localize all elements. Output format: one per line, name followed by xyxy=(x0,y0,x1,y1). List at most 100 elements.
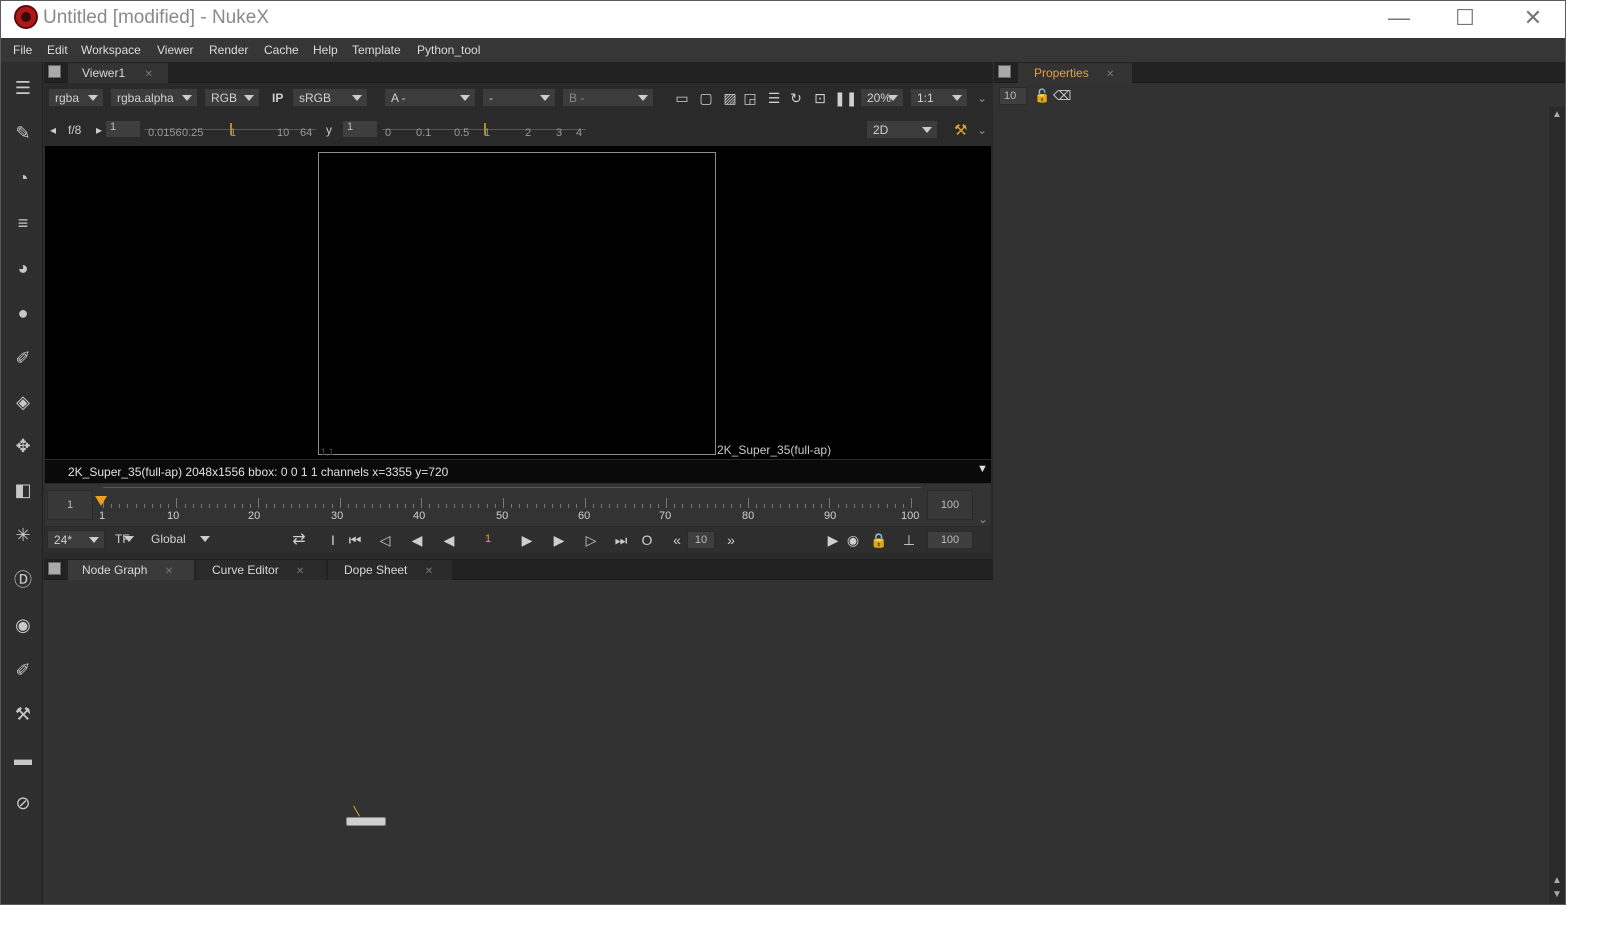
menu-template[interactable]: Template xyxy=(352,43,401,57)
zebra-icon[interactable]: ▨ xyxy=(720,89,740,107)
step-forward-icon[interactable]: » xyxy=(721,531,741,549)
ratio-dropdown[interactable]: 1:1 xyxy=(910,88,968,107)
3d-icon[interactable]: ◧ xyxy=(9,476,37,504)
pause-icon[interactable]: ❚❚ xyxy=(834,89,857,107)
views-icon[interactable]: ◉ xyxy=(9,611,37,639)
more-options-icon[interactable]: ⌄ xyxy=(978,512,988,526)
in-point-field[interactable]: 1 xyxy=(47,490,93,520)
playhead-marker[interactable] xyxy=(95,496,107,506)
deep-icon[interactable]: Ⓓ xyxy=(9,566,37,594)
maximize-button[interactable]: ☐ xyxy=(1445,5,1485,31)
menu-edit[interactable]: Edit xyxy=(47,43,68,57)
playback-mode-icon[interactable]: ⇄ xyxy=(289,531,309,549)
input-a-dropdown[interactable]: A - xyxy=(384,88,476,107)
end-frame-field[interactable]: 100 xyxy=(927,531,973,549)
time-icon[interactable]: ◔ xyxy=(9,164,37,192)
tf-dropdown[interactable]: TF xyxy=(109,530,139,549)
menu-file[interactable]: File xyxy=(13,43,32,57)
global-dropdown[interactable]: Global xyxy=(145,530,215,549)
minimize-button[interactable]: — xyxy=(1379,5,1419,31)
particles-icon[interactable]: ✳ xyxy=(9,521,37,549)
scroll-up-icon[interactable]: ▲ xyxy=(1552,109,1562,120)
toolsets-icon[interactable]: ⚒ xyxy=(9,700,37,728)
channels-dropdown[interactable]: rgba xyxy=(48,88,104,107)
timeline[interactable]: 1 1 10 20 30 40 50 60 70 80 90 100 100 ⌄ xyxy=(45,484,991,526)
close-tab-icon[interactable]: ✕ xyxy=(425,566,433,577)
last-frame-icon[interactable]: ⏭ xyxy=(611,531,631,549)
alpha-dropdown[interactable]: rgba.alpha xyxy=(110,88,198,107)
furnace-icon[interactable]: ⊘ xyxy=(9,789,37,817)
scroll-down-icon[interactable]: ▼ xyxy=(1552,889,1562,900)
filter-icon[interactable]: ● xyxy=(9,299,37,327)
next-frame-icon[interactable]: ▶ xyxy=(549,531,569,549)
ip-button[interactable]: IP xyxy=(272,91,283,105)
zoom-dropdown[interactable]: 20% xyxy=(860,88,904,107)
menu-cache[interactable]: Cache xyxy=(264,43,299,57)
properties-scrollbar[interactable]: ▲ ▲ ▼ xyxy=(1549,107,1565,904)
wipe-dropdown[interactable]: - xyxy=(482,88,556,107)
next-keyframe-icon[interactable]: ▷ xyxy=(581,531,601,549)
lut-dropdown[interactable]: sRGB xyxy=(292,88,368,107)
region-icon[interactable]: ▢ xyxy=(696,89,716,107)
play-backward-icon[interactable]: ◀ xyxy=(439,531,459,549)
panel-menu-icon[interactable] xyxy=(48,562,61,575)
tab-curve-editor[interactable]: Curve Editor ✕ xyxy=(196,560,326,580)
menu-help[interactable]: Help xyxy=(313,43,338,57)
close-button[interactable]: ✕ xyxy=(1513,5,1553,31)
step-back-icon[interactable]: « xyxy=(667,531,687,549)
close-tab-icon[interactable]: ✕ xyxy=(296,566,304,577)
lock-panels-icon[interactable]: 🔓 xyxy=(1034,88,1050,104)
close-tab-icon[interactable]: ✕ xyxy=(144,69,152,80)
proxy-icon[interactable]: ◲ xyxy=(740,89,760,107)
menu-viewer[interactable]: Viewer xyxy=(157,43,193,57)
read-icon[interactable]: ☰ xyxy=(9,74,37,102)
wipe-tool-icon[interactable]: ⚒ xyxy=(954,121,967,139)
panel-menu-icon[interactable] xyxy=(998,65,1011,78)
frame-range-icon[interactable]: ⊥ xyxy=(899,531,919,549)
channel-icon[interactable]: ≡ xyxy=(9,209,37,237)
gamma-field[interactable]: 1 xyxy=(342,120,378,138)
paint-icon[interactable]: ✎ xyxy=(9,119,37,147)
flipbook-icon[interactable]: ▶ xyxy=(823,531,843,549)
scroll-up-icon[interactable]: ▲ xyxy=(1552,875,1562,886)
record-icon[interactable]: ◉ xyxy=(843,531,863,549)
tab-viewer1[interactable]: Viewer1 ✕ xyxy=(68,63,168,83)
keyer-icon[interactable]: ✐ xyxy=(9,344,37,372)
tab-properties[interactable]: Properties ✕ xyxy=(1018,63,1132,83)
metadata-icon[interactable]: ✐ xyxy=(9,656,37,684)
roi-icon[interactable]: ▭ xyxy=(672,89,692,107)
panel-menu-icon[interactable] xyxy=(48,65,61,78)
viewer-node[interactable] xyxy=(346,817,386,826)
transform-icon[interactable]: ✥ xyxy=(9,432,37,460)
input-b-dropdown[interactable]: B - xyxy=(562,88,654,107)
more-options-icon[interactable]: ⌄ xyxy=(977,123,987,137)
info-dropdown-icon[interactable]: ▼ xyxy=(977,463,988,475)
in-point-icon[interactable]: I xyxy=(323,531,343,549)
gpu-icon[interactable]: ⊡ xyxy=(810,89,830,107)
view-mode-dropdown[interactable]: 2D xyxy=(866,120,938,139)
downrez-icon[interactable]: ☰ xyxy=(764,89,784,107)
tab-node-graph[interactable]: Node Graph ✕ xyxy=(68,560,194,580)
viewer-canvas[interactable]: 1,1 2K_Super_35(full-ap) xyxy=(45,146,991,459)
first-frame-icon[interactable]: ⏮ xyxy=(345,531,365,549)
step-field[interactable]: 10 xyxy=(687,531,715,549)
gain-field[interactable]: 1 xyxy=(105,120,141,138)
lock-icon[interactable]: 🔒 xyxy=(869,531,889,549)
close-tab-icon[interactable]: ✕ xyxy=(1106,69,1114,80)
fstop-right-arrow-icon[interactable]: ▸ xyxy=(96,123,102,137)
display-dropdown[interactable]: RGB xyxy=(204,88,260,107)
refresh-icon[interactable]: ↻ xyxy=(786,89,806,107)
menu-workspace[interactable]: Workspace xyxy=(81,43,141,57)
play-forward-icon[interactable]: ▶ xyxy=(517,531,537,549)
menu-render[interactable]: Render xyxy=(209,43,248,57)
close-tab-icon[interactable]: ✕ xyxy=(165,566,173,577)
tab-dope-sheet[interactable]: Dope Sheet ✕ xyxy=(328,560,452,580)
prev-keyframe-icon[interactable]: ◁ xyxy=(375,531,395,549)
more-options-icon[interactable]: ⌄ xyxy=(977,91,987,105)
fstop-left-arrow-icon[interactable]: ◂ xyxy=(50,123,56,137)
max-panels-field[interactable]: 10 xyxy=(999,87,1027,105)
clear-panels-icon[interactable]: ⌫ xyxy=(1053,88,1071,104)
out-point-icon[interactable]: O xyxy=(637,531,657,549)
prev-increment-icon[interactable]: ◀ xyxy=(407,531,427,549)
color-icon[interactable]: ◕ xyxy=(9,254,37,282)
